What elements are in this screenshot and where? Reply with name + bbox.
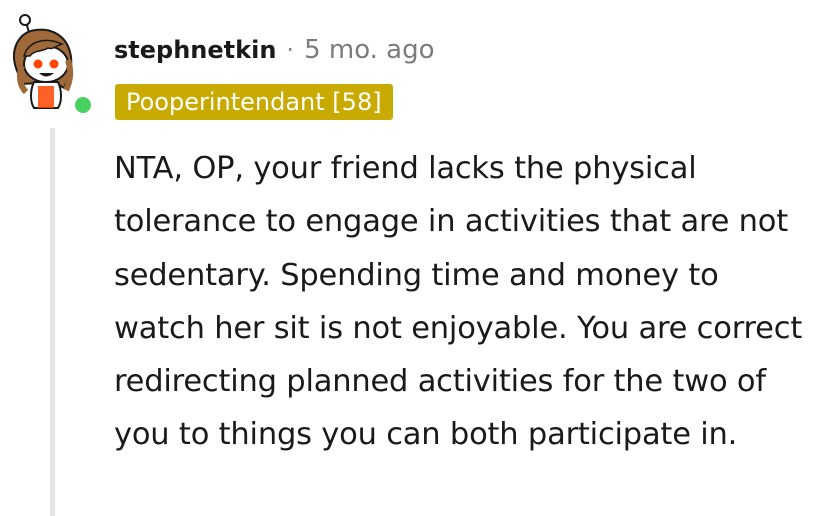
comment-body: NTA, OP, your friend lacks the physical … [114,151,803,453]
username-link[interactable]: stephnetkin [114,36,276,64]
thread-collapse-line[interactable] [50,128,55,516]
user-avatar[interactable] [8,10,100,116]
comment-timestamp[interactable]: 5 mo. ago [304,35,434,65]
user-flair-badge: Pooperintendant [58] [115,84,393,120]
comment: stephnetkin · 5 mo. ago Pooperintendant … [0,0,825,516]
online-status-indicator [72,94,94,116]
meta-separator: · [286,36,295,64]
comment-meta: stephnetkin · 5 mo. ago [114,30,435,70]
